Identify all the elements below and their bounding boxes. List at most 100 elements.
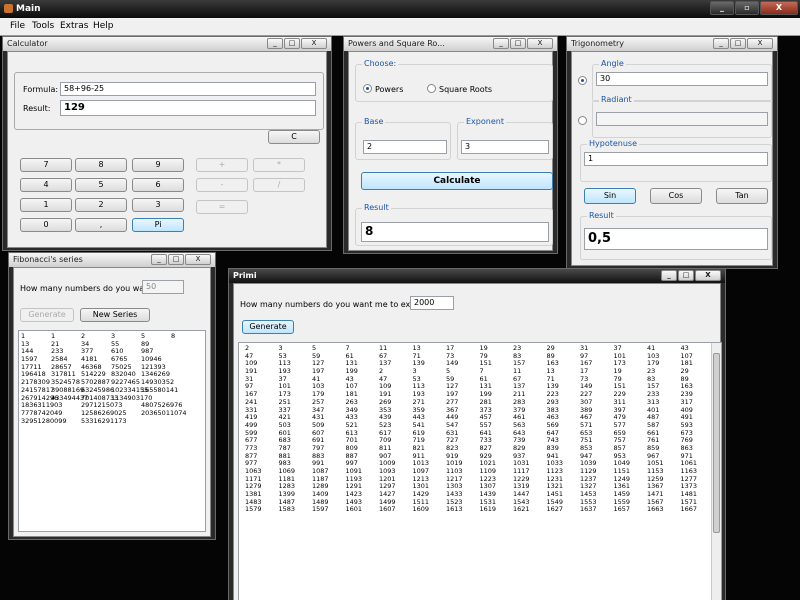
angle-radio[interactable] xyxy=(578,76,587,85)
digit-6-button[interactable]: 6 xyxy=(132,178,184,192)
list-cell: 1637 xyxy=(580,505,597,514)
powers-minimize-button[interactable]: _ xyxy=(493,38,509,49)
list-cell: 1579 xyxy=(245,505,262,514)
list-cell: 1663 xyxy=(647,505,664,514)
result-field[interactable]: 129 xyxy=(60,100,316,116)
base-input[interactable]: 2 xyxy=(363,140,447,154)
trig-maximize-button[interactable]: □ xyxy=(730,38,746,49)
fibonacci-close-button[interactable]: X xyxy=(185,254,211,265)
list-cell: 1657 xyxy=(613,505,631,514)
list-cell: 137 xyxy=(379,359,392,368)
fibonacci-title-bar: Fibonacci's series _ □ X xyxy=(9,253,215,267)
calculator-close-button[interactable]: X xyxy=(301,38,327,49)
radiant-radio[interactable] xyxy=(578,116,587,125)
powers-title: Powers and Square Ro... xyxy=(348,39,445,48)
comma-button[interactable]: , xyxy=(75,218,127,232)
digit-8-button[interactable]: 8 xyxy=(75,158,127,172)
square-roots-radio[interactable] xyxy=(427,84,436,93)
menu-extras[interactable]: Extras xyxy=(60,21,88,31)
calculator-title: Calculator xyxy=(7,39,48,48)
hypotenuse-input[interactable]: 1 xyxy=(584,152,768,166)
primi-close-button[interactable]: X xyxy=(695,270,721,281)
primi-generate-button[interactable]: Generate xyxy=(242,320,294,334)
plus-button[interactable]: + xyxy=(196,158,248,172)
fibonacci-question: How many numbers do you want? xyxy=(20,284,157,293)
calculator-window: Calculator _ □ X Formula: 58+96-25 Result:… xyxy=(2,36,332,251)
trigonometry-title: Trigonometry xyxy=(571,39,625,48)
fibonacci-row: 32951280099 53316291173 xyxy=(21,416,203,426)
cos-button[interactable]: Cos xyxy=(650,188,702,204)
angle-label: Angle xyxy=(599,59,626,68)
powers-maximize-button[interactable]: □ xyxy=(510,38,526,49)
trig-result-label: Result xyxy=(587,211,616,220)
list-cell: 1597 xyxy=(312,505,329,514)
list-cell: 1667 xyxy=(680,505,698,514)
calculator-maximize-button[interactable]: □ xyxy=(284,38,300,49)
primi-count-input[interactable]: 2000 xyxy=(410,296,454,310)
equals-button[interactable]: = xyxy=(196,200,248,214)
new-series-button[interactable]: New Series xyxy=(80,308,150,322)
calculate-button[interactable]: Calculate xyxy=(361,172,553,190)
base-label: Base xyxy=(362,117,386,126)
primi-results-list[interactable]: 2 3 5 7 11 13 17 19 23 29 31 37 41 43 47 53 59 61 67 71 73 79… xyxy=(238,342,722,600)
primi-row: 1579 1583 1597 1601 1607 1609 1613 1619 1621 1627… xyxy=(245,506,715,514)
menu-bar: File Tools Extras Help xyxy=(0,18,800,36)
sin-button[interactable]: Sin xyxy=(584,188,636,204)
digit-7-button[interactable]: 7 xyxy=(20,158,72,172)
digit-9-button[interactable]: 9 xyxy=(132,158,184,172)
fibonacci-minimize-button[interactable]: _ xyxy=(151,254,167,265)
minus-button[interactable]: - xyxy=(196,178,248,192)
powers-title-bar: Powers and Square Ro... _ □ X xyxy=(344,37,557,51)
divide-button[interactable]: / xyxy=(253,178,305,192)
menu-help[interactable]: Help xyxy=(93,21,114,31)
primi-scrollbar[interactable] xyxy=(711,343,721,600)
calculator-minimize-button[interactable]: _ xyxy=(267,38,283,49)
primi-window: Primi _ □ X How many numbers do you want m… xyxy=(228,268,726,600)
radiant-input[interactable] xyxy=(596,112,768,126)
digit-2-button[interactable]: 2 xyxy=(75,198,127,212)
digit-0-button[interactable]: 0 xyxy=(20,218,72,232)
trigonometry-window: Trigonometry _ □ X Angle 30 Radiant Hypote… xyxy=(566,36,778,269)
list-cell: 53316291173 xyxy=(81,416,127,425)
list-cell: 1627 xyxy=(546,505,564,514)
trig-minimize-button[interactable]: _ xyxy=(713,38,729,49)
angle-input[interactable]: 30 xyxy=(596,72,768,86)
minimize-button[interactable]: _ xyxy=(710,1,734,15)
powers-window: Powers and Square Ro... _ □ X Choose: Powe… xyxy=(343,36,558,254)
powers-radio-label: Powers xyxy=(375,85,404,94)
fibonacci-generate-button[interactable]: Generate xyxy=(20,308,74,322)
calculator-title-bar: Calculator _ □ X xyxy=(3,37,331,51)
restore-button[interactable]: ▫ xyxy=(735,1,759,15)
primi-scroll-thumb[interactable] xyxy=(713,353,720,533)
close-button[interactable]: X xyxy=(760,1,798,15)
hypotenuse-label: Hypotenuse xyxy=(587,139,640,148)
primi-minimize-button[interactable]: _ xyxy=(661,270,677,281)
powers-radio[interactable] xyxy=(363,84,372,93)
radiant-label: Radiant xyxy=(599,95,634,104)
tan-button[interactable]: Tan xyxy=(716,188,768,204)
formula-label: Formula: xyxy=(23,85,59,94)
multiply-button[interactable]: * xyxy=(253,158,305,172)
fibonacci-results-list[interactable]: 1 1 2 3 5 8 13 21 34 55 89 144 233 377 610 987 1597 2584 4… xyxy=(18,330,206,532)
digit-1-button[interactable]: 1 xyxy=(20,198,72,212)
digit-3-button[interactable]: 3 xyxy=(132,198,184,212)
trigonometry-title-bar: Trigonometry _ □ X xyxy=(567,37,777,51)
trig-close-button[interactable]: X xyxy=(747,38,773,49)
menu-file[interactable]: File xyxy=(10,21,25,31)
primi-maximize-button[interactable]: □ xyxy=(678,270,694,281)
clear-button[interactable]: C xyxy=(268,130,320,144)
fibonacci-maximize-button[interactable]: □ xyxy=(168,254,184,265)
powers-close-button[interactable]: X xyxy=(527,38,553,49)
trig-result-field[interactable]: 0,5 xyxy=(584,228,768,250)
formula-field[interactable]: 58+96-25 xyxy=(60,82,316,96)
menu-tools[interactable]: Tools xyxy=(32,21,54,31)
digit-4-button[interactable]: 4 xyxy=(20,178,72,192)
fibonacci-count-input[interactable]: 50 xyxy=(142,280,184,294)
list-cell: 1583 xyxy=(278,505,296,514)
pi-button[interactable]: Pi xyxy=(132,218,184,232)
powers-result-field[interactable]: 8 xyxy=(361,222,549,242)
exponent-input[interactable]: 3 xyxy=(461,140,549,154)
list-cell: 149 xyxy=(446,359,459,368)
list-cell xyxy=(51,418,81,426)
digit-5-button[interactable]: 5 xyxy=(75,178,127,192)
